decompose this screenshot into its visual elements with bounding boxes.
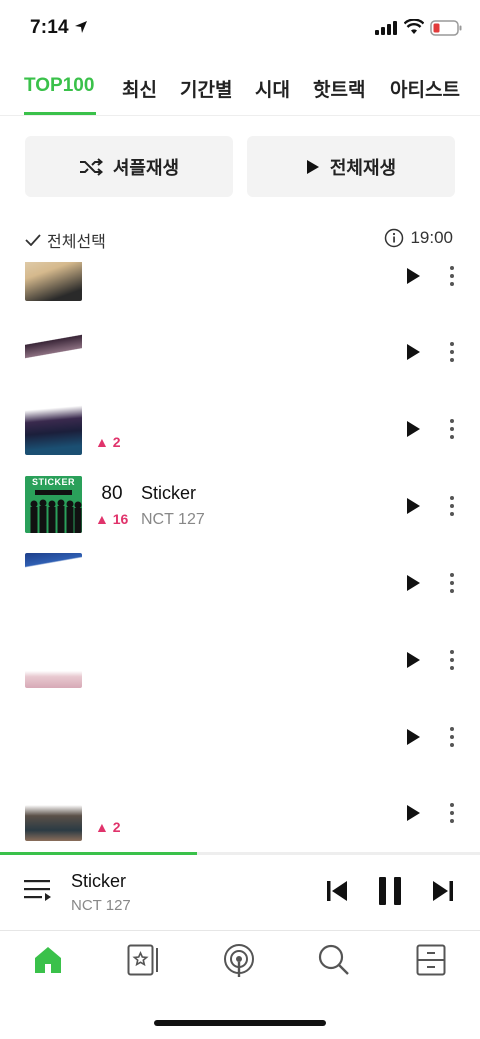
search-icon[interactable] [318, 944, 350, 976]
album-art [25, 321, 82, 378]
chart-row[interactable] [0, 700, 480, 777]
location-arrow-icon [75, 21, 87, 33]
play-icon[interactable] [404, 651, 422, 669]
album-art-text: STICKER [31, 477, 75, 487]
mini-player[interactable]: Sticker NCT 127 [0, 855, 480, 931]
tab-hot-track[interactable]: 핫트랙 [313, 75, 365, 102]
chart-row[interactable] [0, 262, 480, 315]
now-playing-title: Sticker [71, 871, 127, 891]
bottom-navigation [0, 932, 480, 996]
chart-row[interactable]: ▲ 2 [0, 392, 480, 469]
now-playing-artist: NCT 127 [71, 897, 131, 914]
chart-list: ▲ 2 STICKER 80 ▲ 16 Sticker NCT 127 ▲ 2 [0, 262, 480, 852]
play-icon[interactable] [404, 343, 422, 361]
tab-period[interactable]: 기간별 [180, 75, 232, 102]
album-art [25, 262, 82, 301]
more-menu-icon[interactable] [416, 944, 446, 976]
my-music-icon[interactable] [127, 944, 161, 976]
chart-row[interactable] [0, 623, 480, 700]
more-options-icon[interactable] [448, 418, 456, 440]
more-options-icon[interactable] [448, 649, 456, 671]
shuffle-icon [79, 157, 103, 176]
album-art: STICKER [25, 476, 82, 533]
chart-update-time[interactable]: 19:00 [384, 228, 453, 248]
rank-change: ▲ 2 [95, 434, 121, 450]
play-all-button[interactable]: 전체재생 [247, 136, 455, 197]
info-icon [385, 228, 404, 248]
wifi-icon [404, 19, 424, 34]
album-art [25, 805, 82, 841]
cellular-signal-icon [375, 21, 397, 35]
tab-latest[interactable]: 최신 [122, 75, 157, 102]
chart-row[interactable]: STICKER 80 ▲ 16 Sticker NCT 127 [0, 469, 480, 546]
shuffle-play-button[interactable]: 셔플재생 [25, 136, 233, 197]
play-icon[interactable] [404, 420, 422, 438]
play-icon[interactable] [404, 728, 422, 746]
tab-top100[interactable]: TOP100 [24, 75, 94, 97]
chart-row[interactable] [0, 546, 480, 623]
chart-time-text: 19:00 [410, 228, 453, 247]
rank-change: ▲ 16 [95, 511, 129, 527]
more-options-icon[interactable] [448, 341, 456, 363]
checkmark-icon [25, 234, 41, 246]
album-art [25, 707, 82, 764]
active-tab-indicator [24, 112, 96, 115]
list-toolbar: 전체선택 19:00 [25, 228, 455, 256]
playlist-icon[interactable] [24, 879, 52, 905]
next-track-icon[interactable] [432, 880, 454, 902]
album-art [25, 553, 82, 610]
chart-row[interactable] [0, 315, 480, 392]
more-options-icon[interactable] [448, 265, 456, 287]
rank-change: ▲ 2 [95, 819, 121, 835]
chart-row[interactable]: ▲ 2 [0, 777, 480, 852]
rank-number: 80 [101, 483, 123, 504]
play-all-label: 전체재생 [329, 157, 397, 178]
more-options-icon[interactable] [448, 572, 456, 594]
song-title: Sticker [141, 483, 197, 503]
pause-icon[interactable] [378, 877, 402, 905]
album-art [25, 631, 82, 688]
chart-tabs: TOP100 최신 기간별 시대 핫트랙 아티스트 [0, 62, 480, 116]
play-icon[interactable] [404, 497, 422, 515]
podcast-icon[interactable] [222, 944, 256, 978]
tab-artist[interactable]: 아티스트 [390, 75, 460, 102]
select-all-label: 전체선택 [47, 234, 106, 251]
status-time: 7:14 [30, 17, 69, 38]
status-bar: 7:14 [0, 0, 480, 58]
play-actions: 셔플재생 전체재생 [25, 136, 455, 197]
play-icon[interactable] [404, 804, 422, 822]
home-icon[interactable] [32, 944, 64, 976]
play-icon[interactable] [404, 574, 422, 592]
play-icon[interactable] [404, 267, 422, 285]
more-options-icon[interactable] [448, 495, 456, 517]
select-all-button[interactable]: 전체선택 [25, 228, 106, 252]
home-indicator [154, 1020, 326, 1026]
tab-era[interactable]: 시대 [255, 75, 290, 102]
shuffle-play-label: 셔플재생 [112, 157, 180, 178]
song-artist: NCT 127 [141, 511, 205, 528]
more-options-icon[interactable] [448, 802, 456, 824]
previous-track-icon[interactable] [326, 880, 348, 902]
play-icon [306, 159, 319, 174]
battery-low-icon [430, 20, 462, 36]
album-art [25, 398, 82, 455]
more-options-icon[interactable] [448, 726, 456, 748]
